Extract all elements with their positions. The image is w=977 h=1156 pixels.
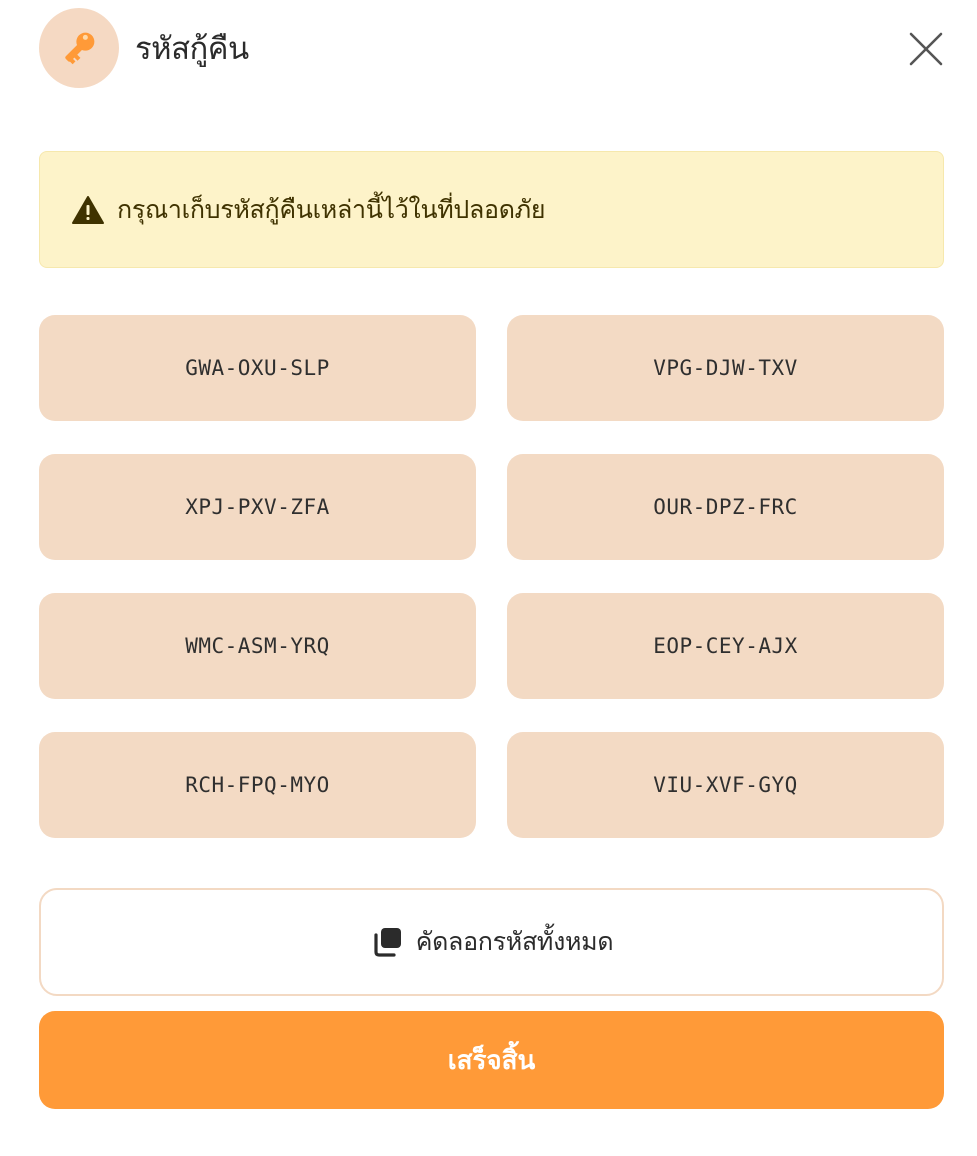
warning-text: กรุณาเก็บรหัสกู้คืนเหล่านี้ไว้ในที่ปลอดภ… <box>117 194 546 224</box>
recovery-code[interactable]: OUR-DPZ-FRC <box>507 454 944 560</box>
close-icon <box>909 32 943 66</box>
done-label: เสร็จสิ้น <box>447 1045 536 1076</box>
recovery-codes-dialog: รหัสกู้คืน กรุณาเก็บรหัสกู้คืนเหล่านี้ไว… <box>0 0 977 1156</box>
recovery-code[interactable]: GWA-OXU-SLP <box>39 315 476 421</box>
copy-icon <box>370 926 404 958</box>
key-icon <box>65 32 95 65</box>
recovery-code[interactable]: VIU-XVF-GYQ <box>507 732 944 838</box>
recovery-code[interactable]: EOP-CEY-AJX <box>507 593 944 699</box>
recovery-codes-grid: GWA-OXU-SLP VPG-DJW-TXV XPJ-PXV-ZFA OUR-… <box>39 315 944 838</box>
recovery-code[interactable]: XPJ-PXV-ZFA <box>39 454 476 560</box>
recovery-code[interactable]: WMC-ASM-YRQ <box>39 593 476 699</box>
dialog-title: รหัสกู้คืน <box>135 31 249 67</box>
close-button[interactable] <box>906 29 946 69</box>
warning-icon <box>71 195 105 225</box>
recovery-code[interactable]: VPG-DJW-TXV <box>507 315 944 421</box>
dialog-header: รหัสกู้คืน <box>39 8 249 88</box>
recovery-code[interactable]: RCH-FPQ-MYO <box>39 732 476 838</box>
key-icon-badge <box>39 8 119 88</box>
warning-banner: กรุณาเก็บรหัสกู้คืนเหล่านี้ไว้ในที่ปลอดภ… <box>39 151 944 268</box>
done-button[interactable]: เสร็จสิ้น <box>39 1011 944 1109</box>
copy-all-label: คัดลอกรหัสทั้งหมด <box>415 927 614 956</box>
copy-all-codes-button[interactable]: คัดลอกรหัสทั้งหมด <box>39 888 944 996</box>
